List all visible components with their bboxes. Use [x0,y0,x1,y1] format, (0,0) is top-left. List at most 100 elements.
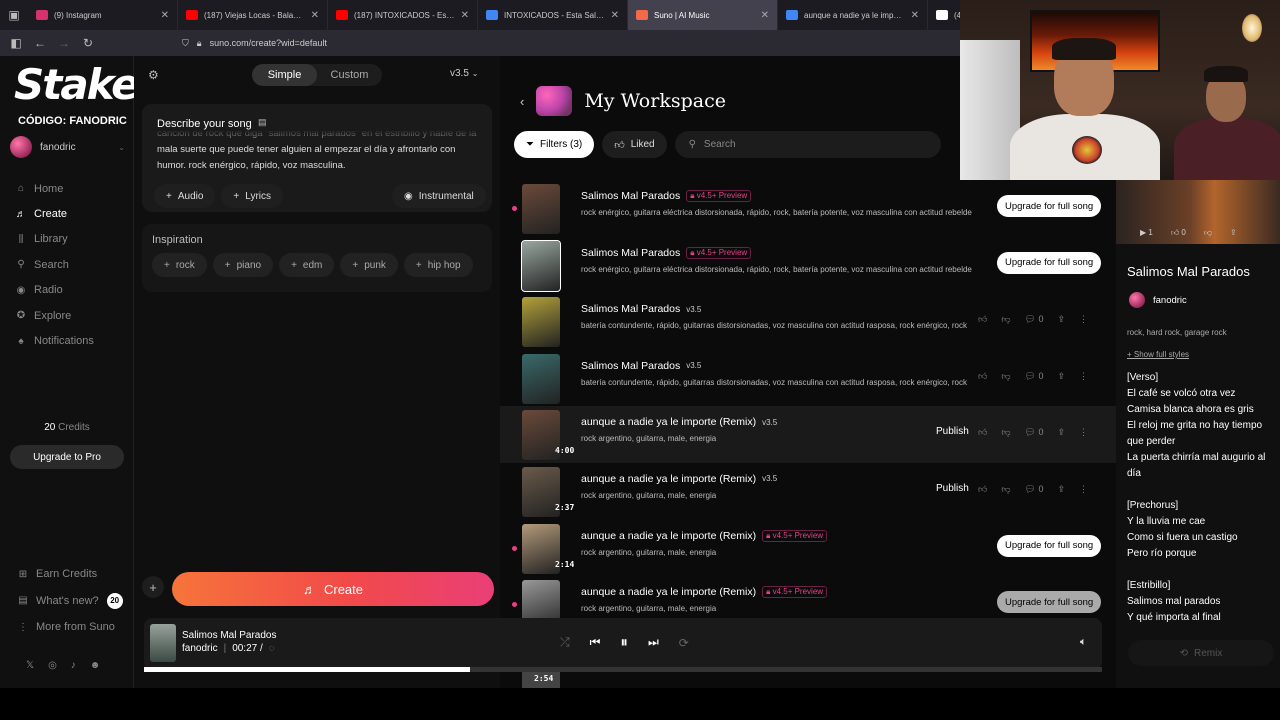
comment-icon[interactable]: 💬︎ 0 [1025,484,1044,495]
song-thumbnail[interactable]: 2:37 [522,466,574,517]
song-thumbnail[interactable] [521,239,561,292]
lyrics-button[interactable]: + Lyrics [221,184,284,208]
inspiration-tag[interactable]: + edm [279,253,335,277]
sidebar-item-notifications[interactable]: ♠ Notifications [16,328,94,353]
comment-icon[interactable]: 💬︎ 0 [1025,427,1044,438]
browser-tab[interactable]: Suno | AI Music ✕ [628,0,778,30]
play-count[interactable]: ▶ 1 [1140,228,1153,238]
thumbs-up-icon[interactable]: 👍︎ [978,484,987,495]
forward-icon[interactable]: → [54,36,74,50]
mode-custom[interactable]: Custom [317,64,382,86]
song-title[interactable]: aunque a nadie ya le importe (Remix) v3.5 [581,416,777,428]
more-options-icon[interactable]: ⋮ [1079,427,1088,438]
more-options-icon[interactable]: ⋮ [1079,371,1088,382]
volume-icon[interactable]: 🔈︎ [1080,636,1087,649]
publish-button[interactable]: Publish [936,426,969,437]
progress-bar[interactable] [144,667,1102,672]
upgrade-full-song-button[interactable]: Upgrade for full song [997,534,1102,557]
song-author[interactable]: fanodric [1129,292,1187,308]
search-input[interactable]: ⚲ Search [674,131,941,158]
previous-icon[interactable]: ⏮ [590,635,601,650]
publish-button[interactable]: Publish [936,483,969,494]
browser-tab[interactable]: aunque a nadie ya le importe le... ✕ [778,0,928,30]
audio-button[interactable]: + Audio [154,184,216,208]
song-title[interactable]: Salimos Mal Parados v3.5 [581,303,701,315]
instrumental-toggle[interactable]: ◉ Instrumental [392,184,486,208]
remix-button[interactable]: ⟲ Remix [1128,640,1274,666]
user-menu[interactable]: fanodric ⌄ [10,136,125,158]
sidebar-link[interactable]: ⋮ More from Suno [18,614,123,641]
shuffle-icon[interactable]: ⤮ [560,635,570,650]
tiktok-icon[interactable]: ♪ [71,660,76,671]
version-select[interactable]: v3.5 ⌄ [450,68,478,79]
comment-icon[interactable]: 💬︎ 0 [1025,314,1044,325]
upgrade-full-song-button[interactable]: Upgrade for full song [997,591,1102,614]
song-row[interactable]: 2:14 aunque a nadie ya le importe (Remix)… [500,520,1116,577]
inspiration-tag[interactable]: + piano [212,253,274,277]
inspiration-tag[interactable]: + hip hop [403,253,473,277]
browser-tab[interactable]: (187) Viejas Locas - Balada Para... ✕ [178,0,328,30]
like-count[interactable]: 👍︎ 0 [1171,228,1186,238]
song-row[interactable]: Salimos Mal Parados v3.5 batería contunden… [500,350,1116,407]
song-title[interactable]: aunque a nadie ya le importe (Remix) 🔒︎ v… [581,529,828,542]
close-icon[interactable]: ✕ [761,10,769,21]
song-thumbnail[interactable] [522,353,560,404]
song-thumbnail[interactable]: 2:14 [522,523,574,574]
inspiration-tag[interactable]: + rock [152,253,207,277]
thumbs-up-icon[interactable]: 👍︎ [978,371,987,382]
browser-tab[interactable]: (187) INTOXICADOS - Esta Saliendo... ✕ [328,0,478,30]
clear-icon[interactable]: ▤ [258,117,267,128]
song-title[interactable]: Salimos Mal Parados v3.5 [581,360,701,372]
song-thumbnail[interactable] [522,297,560,348]
thumbs-up-icon[interactable]: 👍︎ [978,427,987,438]
song-row[interactable]: 2:37 aunque a nadie ya le importe (Remix)… [500,463,1116,520]
sidebar-item-create[interactable]: ♬ Create [16,201,94,226]
sidebar-item-explore[interactable]: ✪ Explore [16,303,94,328]
instagram-icon[interactable]: ◎ [48,660,57,671]
thumbs-up-icon[interactable]: 👍︎ [978,314,987,325]
discord-icon[interactable]: ☻ [90,660,101,671]
back-chevron-icon[interactable]: ‹ [520,94,524,109]
browser-tab[interactable]: (9) Instagram ✕ [28,0,178,30]
x-icon[interactable]: 𝕏 [26,660,34,671]
filters-button[interactable]: ⏷ Filters (3) [514,131,595,158]
reload-icon[interactable]: ↻ [78,36,98,50]
share-icon[interactable]: ⇪ [1058,427,1066,438]
close-icon[interactable]: ✕ [161,10,169,21]
show-full-styles-link[interactable]: + Show full styles [1127,350,1189,359]
song-thumbnail[interactable] [522,184,560,234]
song-row[interactable]: Salimos Mal Parados 🔒︎ v4.5+ Preview rock … [500,180,1116,237]
comment-icon[interactable]: 💬︎ 0 [1025,371,1044,382]
upgrade-full-song-button[interactable]: Upgrade for full song [997,251,1102,274]
sidebar-toggle-icon[interactable]: ◧ [6,36,26,50]
mode-simple[interactable]: Simple [252,64,317,86]
thumbs-down-icon[interactable]: 👎︎ [1001,371,1010,382]
liked-button[interactable]: 👍︎ Liked [602,131,667,158]
upgrade-full-song-button[interactable]: Upgrade for full song [997,195,1102,217]
more-options-icon[interactable]: ⋮ [1079,484,1088,495]
close-icon[interactable]: ✕ [611,10,619,21]
player-thumbnail[interactable] [150,624,176,662]
back-icon[interactable]: ← [30,36,50,50]
gear-icon[interactable]: ⚙ [148,68,159,82]
close-icon[interactable]: ✕ [461,10,469,21]
sidebar-link[interactable]: ⊞ Earn Credits [18,561,123,588]
song-title[interactable]: aunque a nadie ya le importe (Remix) v3.5 [581,473,777,485]
song-title[interactable]: aunque a nadie ya le importe (Remix) 🔒︎ v… [581,586,828,599]
create-button[interactable]: ♬ Create [172,572,494,606]
tab-overview-icon[interactable]: ▣ [0,8,28,22]
close-icon[interactable]: ✕ [911,10,919,21]
player-artist[interactable]: fanodric [182,643,218,654]
add-button[interactable]: + [142,576,164,598]
repeat-icon[interactable]: ⟳ [679,636,689,650]
share-icon[interactable]: ⇪ [1058,371,1066,382]
share-icon[interactable]: ⇪ [1058,314,1066,325]
share-icon[interactable]: ⇪ [1230,228,1237,238]
url-bar[interactable]: ⛉ 🔒︎ suno.com/create?wid=default [182,38,327,49]
upgrade-to-pro-button[interactable]: Upgrade to Pro [10,445,124,469]
pause-icon[interactable]: ⏸ [620,634,628,651]
thumbs-down-icon[interactable]: 👎︎ [1001,427,1010,438]
song-row[interactable]: Salimos Mal Parados v3.5 batería contunden… [500,293,1116,350]
sidebar-link[interactable]: ▤ What's new? 20 [18,588,123,615]
dislike-icon[interactable]: 👎︎ [1204,228,1212,238]
